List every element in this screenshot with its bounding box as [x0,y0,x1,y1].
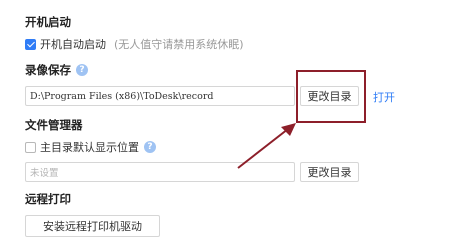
startup-heading: 开机启动 [25,15,71,29]
auto-start-label: 开机自动启动 [40,38,106,51]
recording-open-link[interactable]: 打开 [373,89,395,105]
default-location-checkbox[interactable] [25,141,36,153]
file-manager-path-input[interactable]: 未设置 [25,162,295,182]
file-manager-change-dir-button[interactable]: 更改目录 [300,162,359,182]
recording-heading: 录像保存 [25,63,71,77]
auto-start-checkbox[interactable] [25,38,36,50]
help-icon[interactable]: ? [76,64,88,76]
default-location-option[interactable]: 主目录默认显示位置 ? [25,139,156,155]
recording-heading-row: 录像保存 ? [25,62,88,78]
auto-start-hint: (无人值守请禁用系统休眠) [114,38,244,51]
install-print-driver-button[interactable]: 安装远程打印机驱动 [25,215,160,237]
recording-change-dir-button[interactable]: 更改目录 [300,86,359,106]
default-location-label: 主目录默认显示位置 [40,141,139,154]
auto-start-option[interactable]: 开机自动启动 (无人值守请禁用系统休眠) [25,36,244,52]
recording-path-input[interactable]: D:\Program Files (x86)\ToDesk\record [25,86,295,106]
file-manager-heading: 文件管理器 [25,118,83,132]
help-icon[interactable]: ? [144,141,156,153]
remote-print-heading: 远程打印 [25,192,71,206]
annotation-arrow-head [281,123,296,136]
